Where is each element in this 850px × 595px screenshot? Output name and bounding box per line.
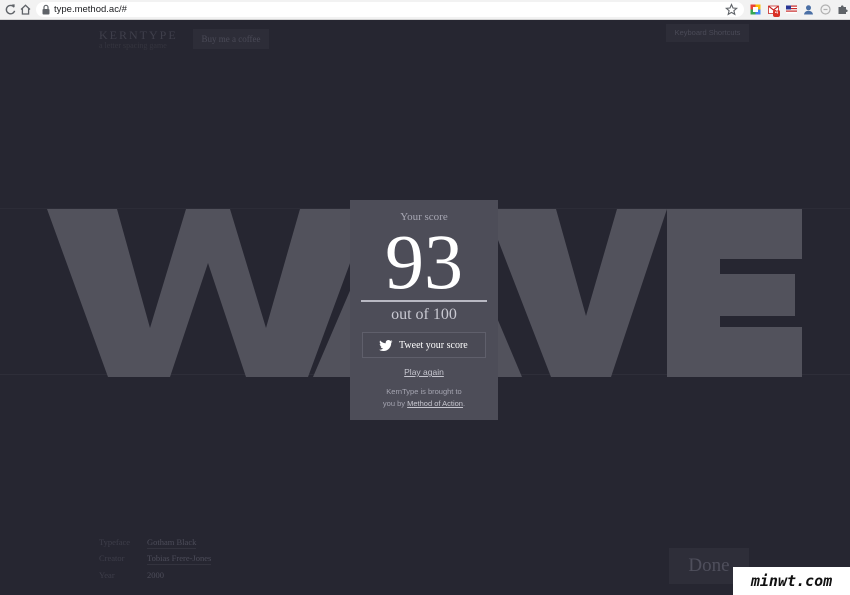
credit-line-1: KernType is brought to [386, 387, 462, 396]
creator-label: Creator [99, 553, 125, 563]
us-flag-icon[interactable] [786, 4, 797, 15]
extension-colorful-icon[interactable] [750, 4, 761, 15]
gmail-unread-badge: 4 [773, 10, 780, 17]
twitter-bird-icon [379, 340, 393, 351]
game-page: KERNTYPE a letter spacing game Buy me a … [0, 20, 850, 595]
typeface-value[interactable]: Gotham Black [147, 537, 197, 549]
method-of-action-link[interactable]: Method of Action [407, 399, 463, 408]
user-profile-extension-icon[interactable] [803, 4, 814, 15]
credit-suffix: . [462, 399, 466, 408]
year-label: Year [99, 570, 115, 580]
letter-e[interactable] [667, 209, 802, 377]
play-again-link[interactable]: Play again [404, 367, 444, 377]
score-dialog: Your score 93 out of 100 Tweet your scor… [350, 200, 498, 420]
puzzle-extensions-icon[interactable] [837, 4, 848, 15]
letter-w[interactable] [47, 209, 370, 377]
site-watermark: minwt.com [733, 567, 850, 595]
score-divider [361, 300, 487, 302]
creator-value[interactable]: Tobias Frere-Jones [147, 553, 212, 565]
address-bar[interactable]: type.method.ac/# [36, 2, 744, 17]
home-icon[interactable] [19, 3, 32, 16]
muted-extension-icon[interactable] [820, 4, 831, 15]
tweet-score-button[interactable]: Tweet your score [362, 332, 486, 358]
browser-toolbar: type.method.ac/# 4 [0, 0, 850, 20]
typeface-label: Typeface [99, 537, 131, 547]
letter-v[interactable] [486, 209, 667, 377]
score-total: out of 100 [391, 306, 457, 323]
reload-icon[interactable] [4, 3, 17, 16]
credit-prefix: you by [382, 399, 406, 408]
play-again-row: Play again [350, 367, 498, 377]
credit-text: KernType is brought to you by Method of … [350, 386, 498, 410]
lock-icon [42, 4, 50, 15]
year-value: 2000 [147, 570, 164, 580]
score-value: 93 [385, 218, 463, 305]
bookmark-star-icon[interactable] [725, 3, 738, 16]
tweet-button-label: Tweet your score [399, 340, 468, 351]
url-text: type.method.ac/# [54, 4, 127, 15]
